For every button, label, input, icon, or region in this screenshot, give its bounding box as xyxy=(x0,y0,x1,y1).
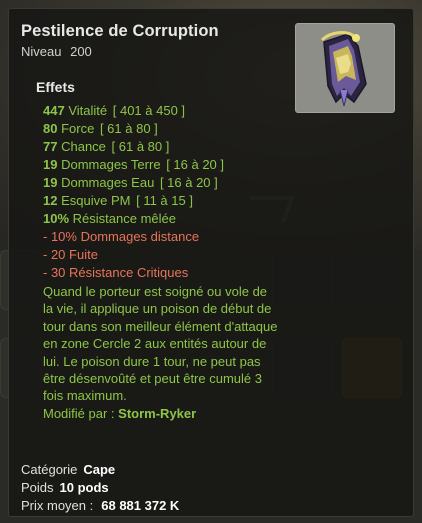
weight-row: Poids 10 pods xyxy=(21,480,109,495)
effect-line: - 10% Dommages distance xyxy=(43,229,200,244)
modified-by: Modifié par : Storm-Ryker xyxy=(43,405,273,423)
effect-line: 19 Dommages Eau [ 16 à 20 ] xyxy=(43,175,218,190)
level-label: Niveau xyxy=(21,44,62,59)
effects-heading: Effets xyxy=(36,79,75,95)
effect-line: 10% Résistance mêlée xyxy=(43,211,176,226)
effect-line: 12 Esquive PM [ 11 à 15 ] xyxy=(43,193,193,208)
modified-by-label: Modifié par : xyxy=(43,405,115,421)
category-row: Catégorie Cape xyxy=(21,462,116,477)
item-name: Pestilence de Corruption xyxy=(21,22,219,40)
modified-by-author: Storm-Ryker xyxy=(118,405,197,421)
cape-icon xyxy=(320,31,367,107)
price-row: Prix moyen :68 881 372 K xyxy=(21,498,180,513)
effect-line: 19 Dommages Terre [ 16 à 20 ] xyxy=(43,157,225,172)
item-description: Quand le porteur est soigné ou vole de l… xyxy=(43,284,278,404)
price-value: 68 881 372 K xyxy=(101,498,180,513)
category-value: Cape xyxy=(83,462,116,477)
weight-value: 10 pods xyxy=(59,480,109,495)
effect-line: 77 Chance [ 61 à 80 ] xyxy=(43,139,170,154)
item-image-frame xyxy=(295,23,395,113)
item-tooltip: Pestilence de Corruption Niveau 200 Effe… xyxy=(8,8,414,517)
item-meta: Catégorie Cape Poids 10 pods Prix moyen :6… xyxy=(21,461,179,515)
effects-list: 447 Vitalité [ 401 à 450 ] 80 Force [ 61… xyxy=(43,102,277,423)
item-level: Niveau 200 xyxy=(21,44,92,59)
level-value: 200 xyxy=(70,44,92,59)
effect-line: 80 Force [ 61 à 80 ] xyxy=(43,121,158,136)
effect-line: - 20 Fuite xyxy=(43,247,98,262)
effect-line: - 30 Résistance Critiques xyxy=(43,265,189,280)
effect-line: 447 Vitalité [ 401 à 450 ] xyxy=(43,103,186,118)
